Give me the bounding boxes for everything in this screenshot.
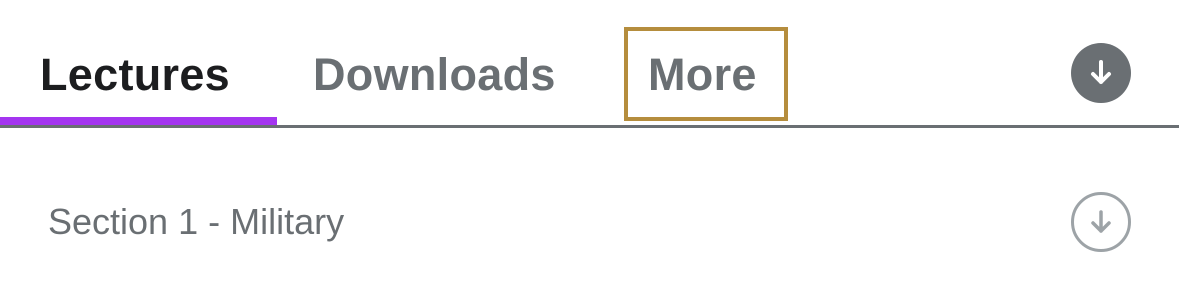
- tab-lectures[interactable]: Lectures: [40, 40, 230, 110]
- download-arrow-icon: [1091, 60, 1111, 84]
- download-all-button[interactable]: [1071, 43, 1131, 103]
- tab-more[interactable]: More: [648, 40, 757, 110]
- tab-bar-divider: [0, 125, 1179, 128]
- section-row[interactable]: Section 1 - Military: [0, 160, 1179, 280]
- download-arrow-outline-icon: [1091, 210, 1111, 233]
- section-title: Section 1 - Military: [48, 201, 345, 242]
- tab-bar: Lectures Downloads More: [0, 0, 1179, 128]
- section-download-button[interactable]: [1071, 192, 1131, 252]
- tab-downloads[interactable]: Downloads: [313, 40, 556, 110]
